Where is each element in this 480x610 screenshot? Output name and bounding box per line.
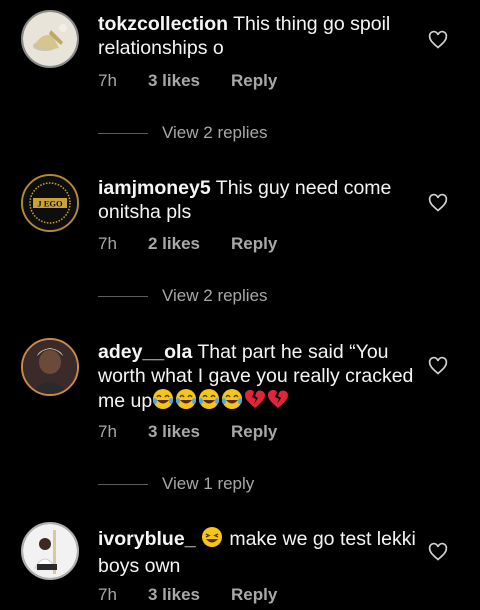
avatar[interactable]	[21, 10, 79, 68]
view-replies-button[interactable]: View 2 replies	[98, 285, 268, 307]
comment-item: adey__ola That part he said “You worth w…	[0, 323, 480, 510]
heart-icon[interactable]	[428, 356, 448, 376]
comment-text: tokzcollection This thing go spoil relat…	[98, 12, 416, 60]
reply-button[interactable]: Reply	[231, 585, 277, 605]
comment-meta: 7h 3 likes Reply	[98, 69, 277, 93]
comment-time: 7h	[98, 422, 117, 441]
reply-button[interactable]: Reply	[231, 422, 277, 442]
avatar[interactable]	[21, 522, 79, 580]
shoes-photo-avatar-icon	[23, 12, 77, 66]
jego-logo-avatar-icon: J EGO	[23, 176, 77, 230]
heart-icon[interactable]	[428, 542, 448, 562]
divider-line	[98, 132, 148, 134]
view-replies-button[interactable]: View 1 reply	[98, 473, 254, 495]
view-replies-label: View 1 reply	[162, 474, 255, 493]
person-photo-avatar-icon	[23, 524, 77, 578]
view-replies-button[interactable]: View 2 replies	[98, 122, 268, 144]
comment-username[interactable]: ivoryblue_	[98, 528, 196, 550]
comment-time: 7h	[98, 585, 117, 604]
broken-heart-emoji-icon	[267, 388, 289, 416]
comment-username[interactable]: adey__ola	[98, 341, 192, 363]
comment-time: 7h	[98, 234, 117, 253]
comment-item: J EGO iamjmoney5 This guy need come onit…	[0, 160, 480, 323]
comment-text: ivoryblue_ make we go test lekki boys ow…	[98, 526, 416, 578]
heart-icon[interactable]	[428, 193, 448, 213]
comment-meta: 7h 3 likes Reply	[98, 583, 277, 607]
person-photo-avatar-icon	[23, 340, 77, 394]
divider-line	[98, 483, 148, 485]
reply-button[interactable]: Reply	[231, 234, 277, 254]
tears-of-joy-emoji-icon	[198, 388, 220, 416]
broken-heart-emoji-icon	[244, 388, 266, 416]
comment-item: tokzcollection This thing go spoil relat…	[0, 0, 480, 160]
comment-meta: 7h 2 likes Reply	[98, 232, 277, 256]
likes-count[interactable]: 3 likes	[148, 422, 231, 442]
divider-line	[98, 295, 148, 297]
view-replies-label: View 2 replies	[162, 286, 268, 305]
likes-count[interactable]: 3 likes	[148, 71, 231, 91]
avatar[interactable]	[21, 338, 79, 396]
likes-count[interactable]: 3 likes	[148, 585, 231, 605]
comment-text: adey__ola That part he said “You worth w…	[98, 340, 416, 416]
tears-of-joy-emoji-icon	[221, 388, 243, 416]
heart-icon[interactable]	[428, 30, 448, 50]
tears-of-joy-emoji-icon	[175, 388, 197, 416]
tears-of-joy-emoji-icon	[152, 388, 174, 416]
reply-button[interactable]: Reply	[231, 71, 277, 91]
comment-username[interactable]: tokzcollection	[98, 13, 228, 35]
emoji-row	[152, 389, 290, 412]
avatar-label: J EGO	[37, 199, 63, 209]
likes-count[interactable]: 2 likes	[148, 234, 231, 254]
comment-meta: 7h 3 likes Reply	[98, 420, 277, 444]
comment-username[interactable]: iamjmoney5	[98, 177, 211, 199]
comment-time: 7h	[98, 71, 117, 90]
comment-item: ivoryblue_ make we go test lekki boys ow…	[0, 510, 480, 610]
laughing-emoji-icon	[201, 526, 223, 554]
avatar[interactable]: J EGO	[21, 174, 79, 232]
view-replies-label: View 2 replies	[162, 123, 268, 142]
comment-text: iamjmoney5 This guy need come onitsha pl…	[98, 176, 416, 224]
